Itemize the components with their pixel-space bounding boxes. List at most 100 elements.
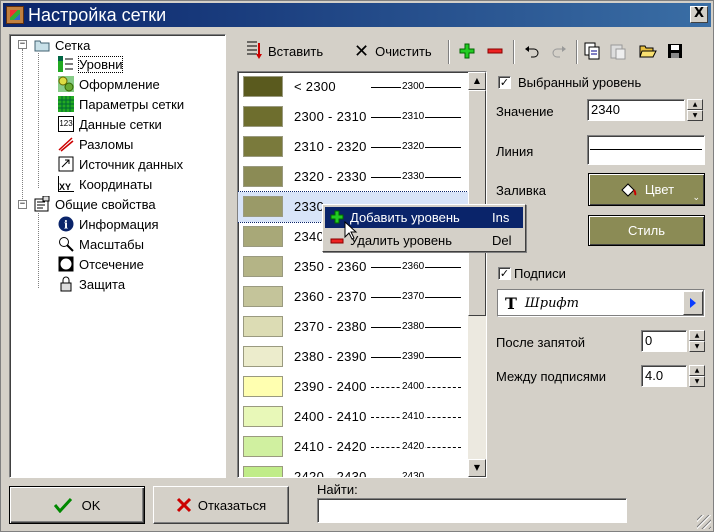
- scroll-down-button[interactable]: ▼: [468, 459, 486, 477]
- resize-grip[interactable]: [697, 515, 711, 529]
- spacing-spinner[interactable]: ▲ ▼: [689, 365, 705, 387]
- title-bar: Настройка сетки X: [3, 3, 711, 27]
- level-range-label: 2380 - 2390: [294, 349, 367, 364]
- save-icon: [668, 44, 682, 58]
- level-color-swatch[interactable]: [243, 346, 283, 367]
- insert-icon: [247, 41, 262, 59]
- level-row[interactable]: 2350 - 2360 2360: [238, 252, 468, 282]
- level-color-swatch[interactable]: [243, 226, 283, 247]
- level-row[interactable]: 2310 - 2320 2320: [238, 132, 468, 162]
- level-row[interactable]: 2370 - 2380 2380: [238, 312, 468, 342]
- undo-button[interactable]: [524, 37, 540, 65]
- tree-item-zoom[interactable]: Масштабы: [58, 235, 144, 253]
- level-line-label: 2320: [401, 141, 426, 152]
- design-icon: [58, 76, 74, 92]
- level-row[interactable]: 2300 - 2310 2310: [238, 102, 468, 132]
- grid-data-icon: 123: [58, 116, 74, 132]
- fill-color-button[interactable]: Цвет ⌄: [588, 173, 705, 206]
- level-row[interactable]: 2410 - 2420 2420: [238, 432, 468, 462]
- selected-level-checkbox[interactable]: ✓: [498, 76, 511, 89]
- level-line-label: 2410: [401, 411, 426, 422]
- font-button[interactable]: T Шрифт: [497, 289, 705, 317]
- level-color-swatch[interactable]: [243, 286, 283, 307]
- level-row[interactable]: < 2300 2300: [238, 72, 468, 102]
- level-row[interactable]: 2360 - 2370 2370: [238, 282, 468, 312]
- labels-checkbox[interactable]: ✓: [498, 267, 511, 280]
- scroll-up-button[interactable]: ▲: [468, 72, 486, 90]
- level-row[interactable]: 2420 - 2430 2430: [238, 462, 468, 477]
- level-range-label: 2320 - 2330: [294, 169, 367, 184]
- tree-collapse-toggle[interactable]: −: [18, 200, 27, 209]
- tree-item-clip[interactable]: Отсечение: [58, 255, 144, 273]
- tree-item-protection[interactable]: Защита: [58, 275, 125, 293]
- level-row[interactable]: 2390 - 2400 2400: [238, 372, 468, 402]
- level-color-swatch[interactable]: [243, 316, 283, 337]
- tree-collapse-toggle[interactable]: −: [18, 40, 27, 49]
- scroll-thumb[interactable]: [468, 90, 486, 316]
- value-spinner[interactable]: ▲ ▼: [687, 99, 703, 121]
- level-range-label: 2340: [294, 229, 325, 244]
- level-color-swatch[interactable]: [243, 256, 283, 277]
- clear-button[interactable]: ✕ Очистить: [354, 37, 432, 65]
- font-icon: T: [505, 293, 517, 313]
- remove-level-button[interactable]: [487, 37, 503, 65]
- lock-icon: [58, 276, 74, 292]
- paste-button[interactable]: [610, 37, 626, 65]
- add-level-button[interactable]: [459, 37, 475, 65]
- close-button[interactable]: X: [690, 6, 708, 23]
- tree-item-design[interactable]: Оформление: [58, 75, 160, 93]
- level-row[interactable]: 2380 - 2390 2390: [238, 342, 468, 372]
- tree-item-data-source[interactable]: Источник данных: [58, 155, 183, 173]
- save-button[interactable]: [667, 37, 683, 65]
- value-field[interactable]: 2340: [587, 99, 685, 121]
- level-color-swatch[interactable]: [243, 106, 283, 127]
- level-color-swatch[interactable]: [243, 466, 283, 477]
- general-properties-icon: [34, 195, 50, 212]
- tree-item-general[interactable]: Общие свойства: [34, 195, 156, 213]
- level-color-swatch[interactable]: [243, 436, 283, 457]
- level-row[interactable]: 2400 - 2410 2410: [238, 402, 468, 432]
- level-line-label: 2380: [401, 321, 426, 332]
- open-button[interactable]: [639, 37, 657, 65]
- grid-params-icon: [58, 96, 74, 112]
- tree-item-coordinates[interactable]: XY Координаты: [58, 175, 152, 193]
- copy-button[interactable]: [584, 37, 600, 65]
- tree-item-info[interactable]: i Информация: [58, 215, 159, 233]
- clip-icon: [58, 256, 74, 272]
- level-color-swatch[interactable]: [243, 76, 283, 97]
- redo-button[interactable]: [551, 37, 567, 65]
- level-line-label: 2360: [401, 261, 426, 272]
- font-arrow-button[interactable]: [683, 291, 703, 315]
- level-color-swatch[interactable]: [243, 166, 283, 187]
- level-color-swatch[interactable]: [243, 406, 283, 427]
- info-icon: i: [58, 216, 74, 232]
- level-row[interactable]: 2320 - 2330 2330: [238, 162, 468, 192]
- levels-scrollbar[interactable]: ▲ ▼: [468, 72, 486, 477]
- open-folder-icon: [639, 45, 657, 58]
- tree-item-grid-params[interactable]: Параметры сетки: [58, 95, 184, 113]
- level-color-swatch[interactable]: [243, 196, 283, 217]
- tree-item-grid-data[interactable]: 123 Данные сетки: [58, 115, 162, 133]
- selected-level-label: Выбранный уровень: [518, 75, 642, 90]
- insert-button[interactable]: Вставить: [246, 37, 323, 65]
- cancel-button[interactable]: Отказаться: [153, 486, 289, 524]
- decimals-field[interactable]: 0: [641, 330, 687, 352]
- fill-style-button[interactable]: Стиль: [588, 215, 705, 246]
- tree-item-grid[interactable]: Сетка: [34, 36, 90, 54]
- level-color-swatch[interactable]: [243, 136, 283, 157]
- ok-button[interactable]: OK: [9, 486, 145, 524]
- mouse-cursor-icon: [344, 221, 358, 240]
- plus-icon: [459, 43, 475, 59]
- decimals-spinner[interactable]: ▲ ▼: [689, 330, 705, 352]
- level-range-label: 2390 - 2400: [294, 379, 367, 394]
- line-style-field[interactable]: [587, 135, 705, 165]
- tree-item-faults[interactable]: Разломы: [58, 135, 133, 153]
- spacing-field[interactable]: 4.0: [641, 365, 687, 387]
- settings-dialog: Настройка сетки X − Сетка Уровни Оформле…: [0, 0, 714, 532]
- tree-item-levels[interactable]: Уровни: [58, 55, 124, 73]
- level-properties: ✓ Выбранный уровень Значение 2340 ▲ ▼ Лин…: [493, 69, 709, 409]
- value-label: Значение: [496, 104, 554, 119]
- level-color-swatch[interactable]: [243, 376, 283, 397]
- find-input[interactable]: [317, 498, 627, 523]
- arrow-right-icon: [690, 298, 696, 308]
